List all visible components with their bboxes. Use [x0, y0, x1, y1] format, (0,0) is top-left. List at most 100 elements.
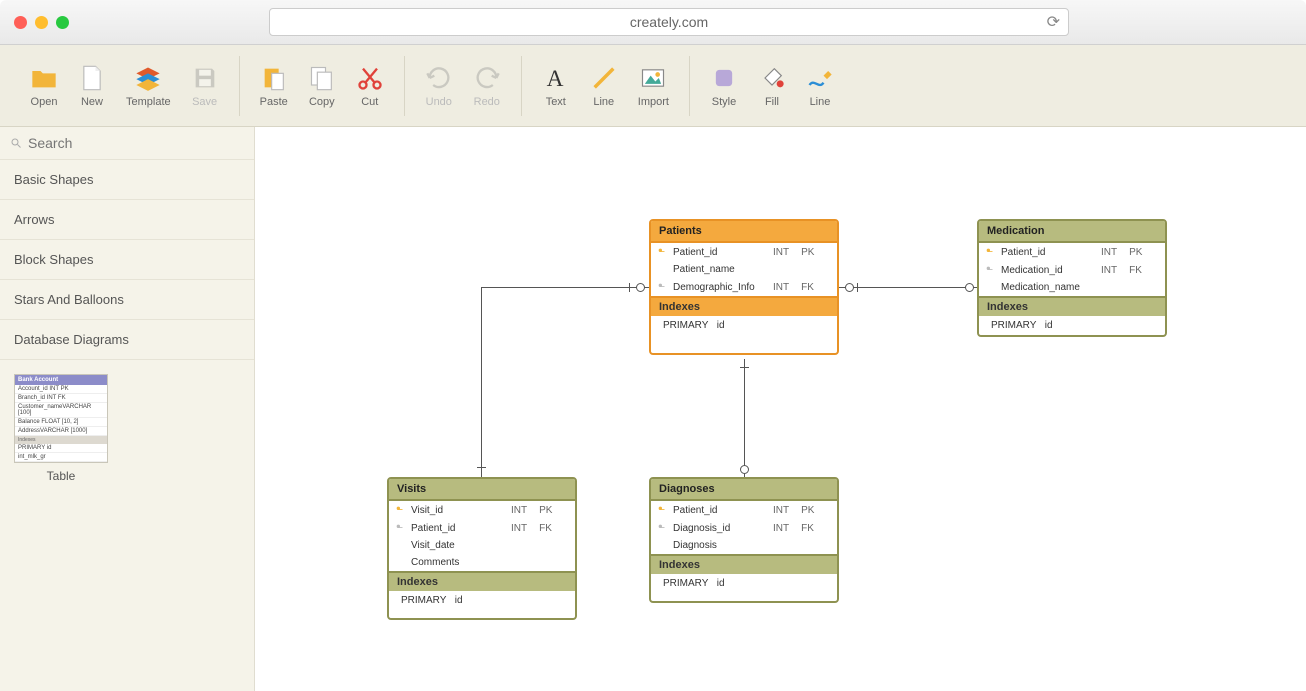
scissors-icon	[356, 64, 384, 92]
table-field: Diagnosis	[651, 537, 837, 554]
connector-bar-icon	[477, 467, 486, 468]
table-field: Patient_idINTPK	[651, 243, 837, 261]
sidebar-item-basic-shapes[interactable]: Basic Shapes	[0, 160, 254, 200]
key-icon	[395, 522, 405, 534]
connector-end-icon	[740, 465, 749, 474]
table-title: Visits	[389, 479, 575, 501]
table-field: Patient_idINTFK	[389, 519, 575, 537]
search-input[interactable]	[28, 135, 244, 151]
shape-palette: Bank Account Account_id INT PK Branch_id…	[0, 360, 254, 497]
table-title: Diagnoses	[651, 479, 837, 501]
key-icon	[657, 522, 667, 534]
search-icon	[10, 137, 22, 149]
connector-end-icon	[636, 283, 645, 292]
connector-bar-icon	[629, 283, 630, 292]
table-field: Medication_name	[979, 279, 1165, 296]
copy-icon	[308, 64, 336, 92]
save-button[interactable]: Save	[185, 62, 225, 110]
index-row: PRIMARY id	[389, 591, 575, 610]
minimize-window-button[interactable]	[35, 16, 48, 29]
template-button[interactable]: Template	[120, 62, 177, 110]
import-button[interactable]: Import	[632, 62, 675, 110]
key-icon	[657, 246, 667, 258]
text-tool-button[interactable]: A Text	[536, 62, 576, 110]
open-button[interactable]: Open	[24, 62, 64, 110]
sidebar-item-stars-balloons[interactable]: Stars And Balloons	[0, 280, 254, 320]
connector[interactable]	[839, 287, 977, 288]
palette-table-shape[interactable]: Bank Account Account_id INT PK Branch_id…	[14, 374, 108, 483]
pencil-line-icon	[806, 64, 834, 92]
reload-icon[interactable]: ⟳	[1047, 12, 1060, 32]
table-field: Medication_idINTFK	[979, 261, 1165, 279]
connector-bar-icon	[857, 283, 858, 292]
paste-button[interactable]: Paste	[254, 62, 294, 110]
table-field: Patient_idINTPK	[979, 243, 1165, 261]
key-icon	[985, 264, 995, 276]
sidebar-item-database-diagrams[interactable]: Database Diagrams	[0, 320, 254, 360]
table-field: Visit_idINTPK	[389, 501, 575, 519]
connector[interactable]	[481, 287, 649, 288]
line-tool-button[interactable]: Line	[584, 62, 624, 110]
text-icon: A	[542, 64, 570, 92]
table-visits[interactable]: Visits Visit_idINTPK Patient_idINTFK Vis…	[387, 477, 577, 620]
table-patients[interactable]: Patients Patient_idINTPK Patient_name De…	[649, 219, 839, 355]
file-icon	[78, 64, 106, 92]
browser-chrome: creately.com ⟳	[0, 0, 1306, 45]
connector-end-icon	[965, 283, 974, 292]
indexes-header: Indexes	[389, 571, 575, 591]
sidebar: Basic Shapes Arrows Block Shapes Stars A…	[0, 127, 255, 691]
key-icon	[657, 281, 667, 293]
key-icon	[395, 504, 405, 516]
indexes-header: Indexes	[979, 296, 1165, 316]
palette-thumb: Bank Account Account_id INT PK Branch_id…	[14, 374, 108, 463]
main: Basic Shapes Arrows Block Shapes Stars A…	[0, 127, 1306, 691]
style-button[interactable]: Style	[704, 62, 744, 110]
table-field: Patient_idINTPK	[651, 501, 837, 519]
maximize-window-button[interactable]	[56, 16, 69, 29]
save-icon	[191, 64, 219, 92]
window-controls	[14, 16, 69, 29]
table-field: Diagnosis_idINTFK	[651, 519, 837, 537]
url-bar[interactable]: creately.com ⟳	[269, 8, 1069, 36]
table-title: Medication	[979, 221, 1165, 243]
paste-icon	[260, 64, 288, 92]
sidebar-item-arrows[interactable]: Arrows	[0, 200, 254, 240]
sidebar-search[interactable]	[0, 127, 254, 160]
image-icon	[639, 64, 667, 92]
cut-button[interactable]: Cut	[350, 62, 390, 110]
sidebar-item-block-shapes[interactable]: Block Shapes	[0, 240, 254, 280]
connector-end-icon	[845, 283, 854, 292]
undo-button[interactable]: Undo	[419, 62, 459, 110]
template-icon	[134, 64, 162, 92]
index-row: PRIMARY id	[979, 316, 1165, 335]
table-field: Comments	[389, 554, 575, 571]
folder-icon	[30, 64, 58, 92]
paint-bucket-icon	[758, 64, 786, 92]
close-window-button[interactable]	[14, 16, 27, 29]
svg-text:A: A	[546, 66, 563, 92]
table-field: Visit_date	[389, 537, 575, 554]
fill-button[interactable]: Fill	[752, 62, 792, 110]
style-icon	[710, 64, 738, 92]
line-style-button[interactable]: Line	[800, 62, 840, 110]
connector-bar-icon	[740, 367, 749, 368]
canvas[interactable]: Patients Patient_idINTPK Patient_name De…	[255, 127, 1306, 691]
indexes-header: Indexes	[651, 296, 837, 316]
redo-button[interactable]: Redo	[467, 62, 507, 110]
index-row: PRIMARY id	[651, 574, 837, 593]
connector[interactable]	[481, 287, 482, 477]
table-field: Patient_name	[651, 261, 837, 278]
key-icon	[657, 504, 667, 516]
index-row: PRIMARY id	[651, 316, 837, 335]
table-title: Patients	[651, 221, 837, 243]
undo-icon	[425, 64, 453, 92]
connector[interactable]	[744, 359, 745, 477]
table-diagnoses[interactable]: Diagnoses Patient_idINTPK Diagnosis_idIN…	[649, 477, 839, 603]
new-button[interactable]: New	[72, 62, 112, 110]
copy-button[interactable]: Copy	[302, 62, 342, 110]
table-medication[interactable]: Medication Patient_idINTPK Medication_id…	[977, 219, 1167, 337]
toolbar: Open New Template Save Paste Copy Cut	[0, 45, 1306, 127]
line-icon	[590, 64, 618, 92]
palette-label: Table	[47, 469, 76, 483]
url-text: creately.com	[630, 14, 708, 30]
